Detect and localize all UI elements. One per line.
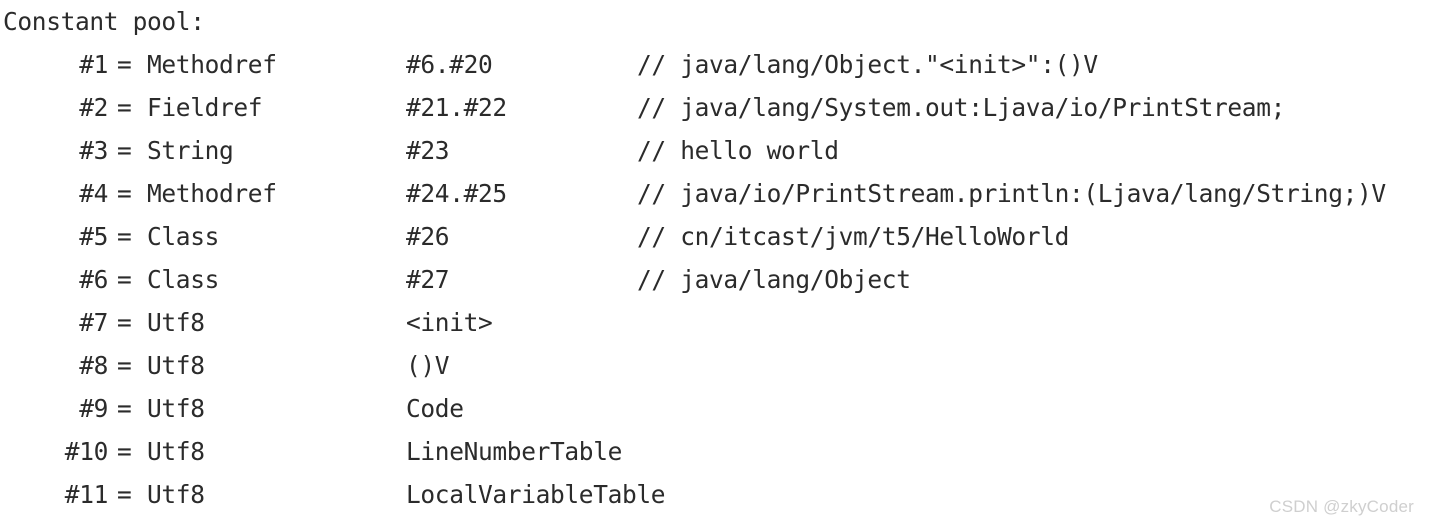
constant-pool-tag: Utf8 <box>147 351 205 380</box>
equals-separator: = <box>117 394 132 423</box>
constant-pool-index: #11 <box>64 480 109 509</box>
constant-pool-tag: String <box>147 136 234 165</box>
equals-separator: = <box>117 437 132 466</box>
equals-separator: = <box>117 351 132 380</box>
constant-pool-index: #1 <box>79 50 108 79</box>
constant-pool-value: #24.#25 <box>406 179 507 208</box>
constant-pool-entry: #2 = Fieldref #21.#22 // java/lang/System.ou… <box>0 86 1430 129</box>
constant-pool-index: #8 <box>79 351 108 380</box>
constant-pool-value: LocalVariableTable <box>406 480 666 509</box>
constant-pool-tag: Methodref <box>147 50 277 79</box>
equals-separator: = <box>117 93 132 122</box>
constant-pool-tag: Utf8 <box>147 394 205 423</box>
constant-pool-value: ()V <box>406 351 450 380</box>
constant-pool-entry: #4 = Methodref #24.#25 // java/io/PrintStrea… <box>0 172 1430 215</box>
constant-pool-value: LineNumberTable <box>406 437 623 466</box>
equals-separator: = <box>117 480 132 509</box>
equals-separator: = <box>117 308 132 337</box>
constant-pool-value: <init> <box>406 308 493 337</box>
constant-pool-comment: // java/io/PrintStream.println:(Ljava/la… <box>637 179 1386 208</box>
constant-pool-tag: Fieldref <box>147 93 263 122</box>
constant-pool-index: #4 <box>79 179 108 208</box>
constant-pool-value: #23 <box>406 136 450 165</box>
constant-pool-tag: Utf8 <box>147 480 205 509</box>
constant-pool-entry: #10 = Utf8 LineNumberTable <box>0 430 1430 473</box>
constant-pool-index: #6 <box>79 265 108 294</box>
constant-pool-comment: // java/lang/System.out:Ljava/io/PrintSt… <box>637 93 1286 122</box>
constant-pool-index: #7 <box>79 308 108 337</box>
constant-pool-tag: Methodref <box>147 179 277 208</box>
constant-pool-tag: Class <box>147 222 220 251</box>
equals-separator: = <box>117 179 132 208</box>
constant-pool-entry: #7 = Utf8 <init> <box>0 301 1430 344</box>
constant-pool-index: #9 <box>79 394 108 423</box>
constant-pool-entry: #11 = Utf8 LocalVariableTable <box>0 473 1430 516</box>
constant-pool-tag: Utf8 <box>147 308 205 337</box>
constant-pool-tag: Class <box>147 265 220 294</box>
constant-pool-entry: #6 = Class #27 // java/lang/Object <box>0 258 1430 301</box>
constant-pool-heading: Constant pool: <box>3 7 205 36</box>
equals-separator: = <box>117 50 132 79</box>
constant-pool-entry: #8 = Utf8 ()V <box>0 344 1430 387</box>
equals-separator: = <box>117 136 132 165</box>
constant-pool-entry: #9 = Utf8 Code <box>0 387 1430 430</box>
equals-separator: = <box>117 222 132 251</box>
constant-pool-comment: // hello world <box>637 136 839 165</box>
constant-pool-comment: // cn/itcast/jvm/t5/HelloWorld <box>637 222 1070 251</box>
constant-pool-value: #26 <box>406 222 450 251</box>
constant-pool-value: #27 <box>406 265 450 294</box>
constant-pool-comment: // java/lang/Object."<init>":()V <box>637 50 1098 79</box>
constant-pool-tag: Utf8 <box>147 437 205 466</box>
constant-pool-index: #3 <box>79 136 108 165</box>
constant-pool-value: #6.#20 <box>406 50 493 79</box>
constant-pool-value: Code <box>406 394 464 423</box>
constant-pool-entry: #1 = Methodref #6.#20 // java/lang/Object."<… <box>0 43 1430 86</box>
equals-separator: = <box>117 265 132 294</box>
constant-pool-index: #5 <box>79 222 108 251</box>
constant-pool-entry: #3 = String #23 // hello world <box>0 129 1430 172</box>
csdn-watermark: CSDN @zkyCoder <box>1269 497 1414 516</box>
constant-pool-output: Constant pool: #1 = Methodref #6.#20 // java… <box>0 0 1430 523</box>
constant-pool-comment: // java/lang/Object <box>637 265 911 294</box>
constant-pool-value: #21.#22 <box>406 93 507 122</box>
constant-pool-entry-list: #1 = Methodref #6.#20 // java/lang/Object."<… <box>0 43 1430 516</box>
constant-pool-index: #2 <box>79 93 108 122</box>
constant-pool-entry: #5 = Class #26 // cn/itcast/jvm/t5/HelloWorl… <box>0 215 1430 258</box>
constant-pool-index: #10 <box>64 437 109 466</box>
